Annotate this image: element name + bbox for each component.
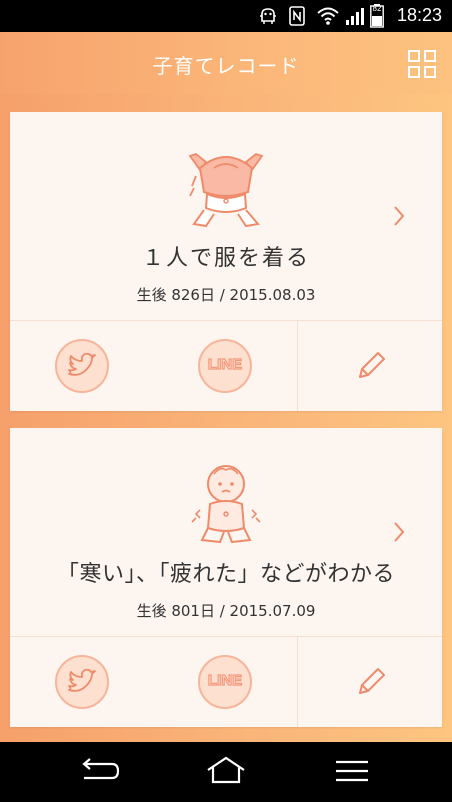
baby-shivering-illustration (191, 465, 261, 544)
record-list[interactable]: １人で服を着る 生後 826日 / 2015.08.03 LINE 「寒い」、「… (0, 94, 452, 742)
clock: 18:23 (396, 5, 442, 25)
page-title: 子育てレコード (152, 54, 300, 78)
line-share-button[interactable]: LINE (198, 655, 252, 709)
navigation-bar (0, 742, 452, 802)
record-date: 生後 826日 / 2015.08.03 (136, 286, 316, 304)
edit-area[interactable] (298, 637, 442, 727)
chevron-right-icon[interactable] (392, 204, 406, 228)
android-debug-icon (260, 8, 276, 24)
pencil-icon[interactable] (354, 349, 388, 383)
edit-area[interactable] (298, 321, 442, 411)
chevron-right-icon[interactable] (392, 520, 406, 544)
line-label: LINE (207, 671, 243, 689)
record-card-body[interactable]: 「寒い」、「疲れた」などがわかる 生後 801日 / 2015.07.09 (10, 428, 442, 637)
signal-icon (346, 8, 364, 25)
twitter-icon (68, 352, 96, 376)
baby-dressing-illustration (188, 152, 264, 228)
home-icon[interactable] (204, 756, 248, 786)
record-card[interactable]: 「寒い」、「疲れた」などがわかる 生後 801日 / 2015.07.09 LI… (10, 428, 442, 727)
record-actions: LINE (10, 321, 442, 411)
pencil-icon[interactable] (354, 665, 388, 699)
twitter-share-button[interactable] (55, 339, 109, 393)
back-icon[interactable] (76, 756, 120, 786)
twitter-share-button[interactable] (55, 655, 109, 709)
recent-apps-icon[interactable] (332, 756, 372, 786)
twitter-icon (68, 668, 96, 692)
record-date: 生後 801日 / 2015.07.09 (136, 602, 316, 620)
app-header: 子育てレコード (0, 32, 452, 94)
battery-level: 82 (372, 4, 382, 13)
record-title: 「寒い」、「疲れた」などがわかる (56, 562, 395, 587)
line-share-button[interactable]: LINE (198, 339, 252, 393)
record-actions: LINE (10, 637, 442, 727)
status-bar: 82 18:23 (0, 0, 452, 32)
nfc-icon (289, 6, 305, 26)
record-title: １人で服を着る (141, 246, 310, 271)
record-card-body[interactable]: １人で服を着る 生後 826日 / 2015.08.03 (10, 112, 442, 321)
line-label: LINE (207, 355, 243, 373)
record-card[interactable]: １人で服を着る 生後 826日 / 2015.08.03 LINE (10, 112, 442, 411)
share-area: LINE (10, 321, 298, 411)
grid-menu-icon[interactable] (408, 50, 436, 78)
wifi-icon (317, 7, 339, 25)
share-area: LINE (10, 637, 298, 727)
